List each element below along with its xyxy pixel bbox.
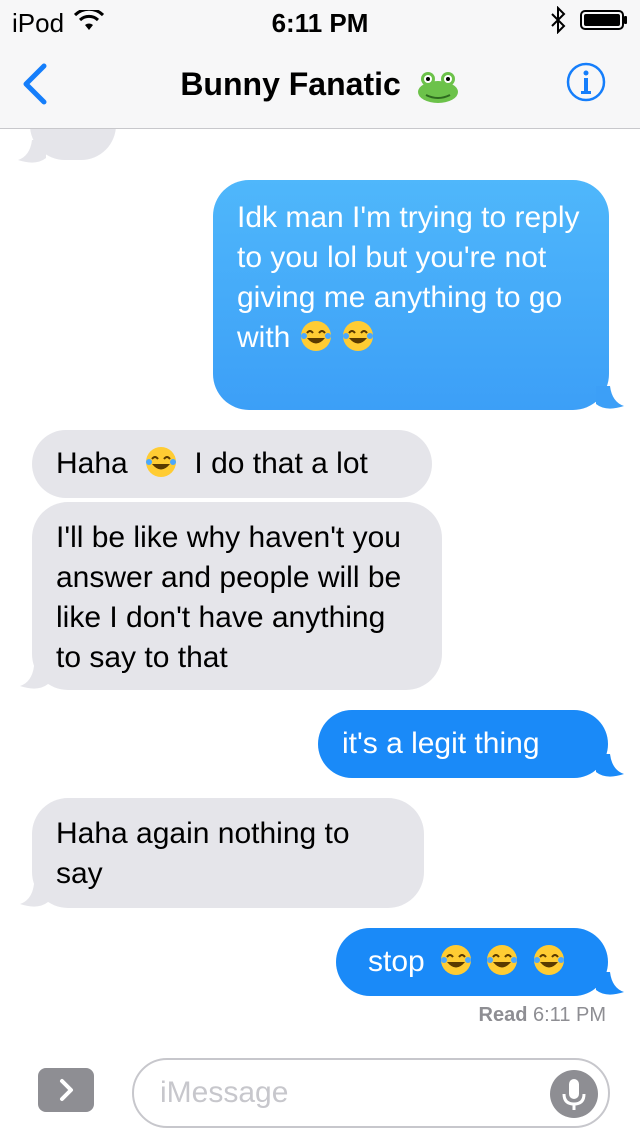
read-receipt-label: Read	[478, 1004, 528, 1026]
bubble-tail	[20, 884, 48, 907]
message-text-start: Haha	[56, 447, 128, 480]
microphone-icon	[562, 1079, 586, 1110]
app-drawer-button[interactable]	[38, 1068, 94, 1112]
conversation-title[interactable]: Bunny Fanatic	[0, 66, 640, 104]
bubble-tail	[596, 754, 624, 777]
message-bubble-incoming: Haha I do that a lot	[32, 430, 432, 498]
app-drawer-chevron-icon	[60, 1079, 73, 1101]
message-text: I'll be like why haven't you answer and …	[56, 521, 402, 674]
message-bubble-outgoing: it's a legit thing	[318, 710, 608, 778]
message-bubble-incoming: Haha again nothing to say	[32, 798, 424, 908]
tears-of-joy-emoji-icon	[343, 321, 374, 351]
read-receipt: Read 6:11 PM	[479, 1004, 606, 1027]
bubble-tail	[20, 666, 48, 689]
navigation-header: iPod 6:11 PM Bunny Fanatic	[0, 0, 640, 129]
message-bubble-outgoing: stop	[336, 928, 608, 996]
bubble-tail	[596, 386, 624, 409]
bluetooth-icon	[551, 6, 566, 34]
tears-of-joy-emoji-icon	[533, 945, 564, 975]
message-text: Idk man I'm trying to reply to you lol b…	[237, 201, 580, 354]
message-text: Haha again nothing to say	[56, 817, 350, 890]
frog-emoji-icon	[417, 71, 458, 103]
contact-name: Bunny Fanatic	[180, 66, 401, 102]
message-bubble-outgoing: Idk man I'm trying to reply to you lol b…	[213, 180, 609, 410]
bubble-tail	[596, 972, 624, 995]
tears-of-joy-emoji-icon	[487, 945, 518, 975]
tears-of-joy-emoji-icon	[300, 321, 331, 351]
message-text-end: I do that a lot	[194, 447, 368, 480]
message-input-placeholder: iMessage	[160, 1076, 289, 1109]
status-time: 6:11 PM	[271, 8, 369, 38]
message-text: stop	[368, 945, 425, 978]
microphone-button[interactable]	[550, 1070, 598, 1118]
status-bar: iPod 6:11 PM	[0, 0, 640, 40]
bubble-tail	[18, 140, 46, 163]
read-receipt-time: 6:11 PM	[533, 1004, 606, 1026]
message-input[interactable]: iMessage	[132, 1058, 610, 1128]
info-icon[interactable]	[566, 62, 606, 102]
tears-of-joy-emoji-icon	[146, 447, 177, 477]
message-text: it's a legit thing	[342, 727, 540, 760]
tears-of-joy-emoji-icon	[441, 945, 472, 975]
message-bubble-incoming: I'll be like why haven't you answer and …	[32, 502, 442, 690]
battery-icon	[580, 10, 627, 30]
